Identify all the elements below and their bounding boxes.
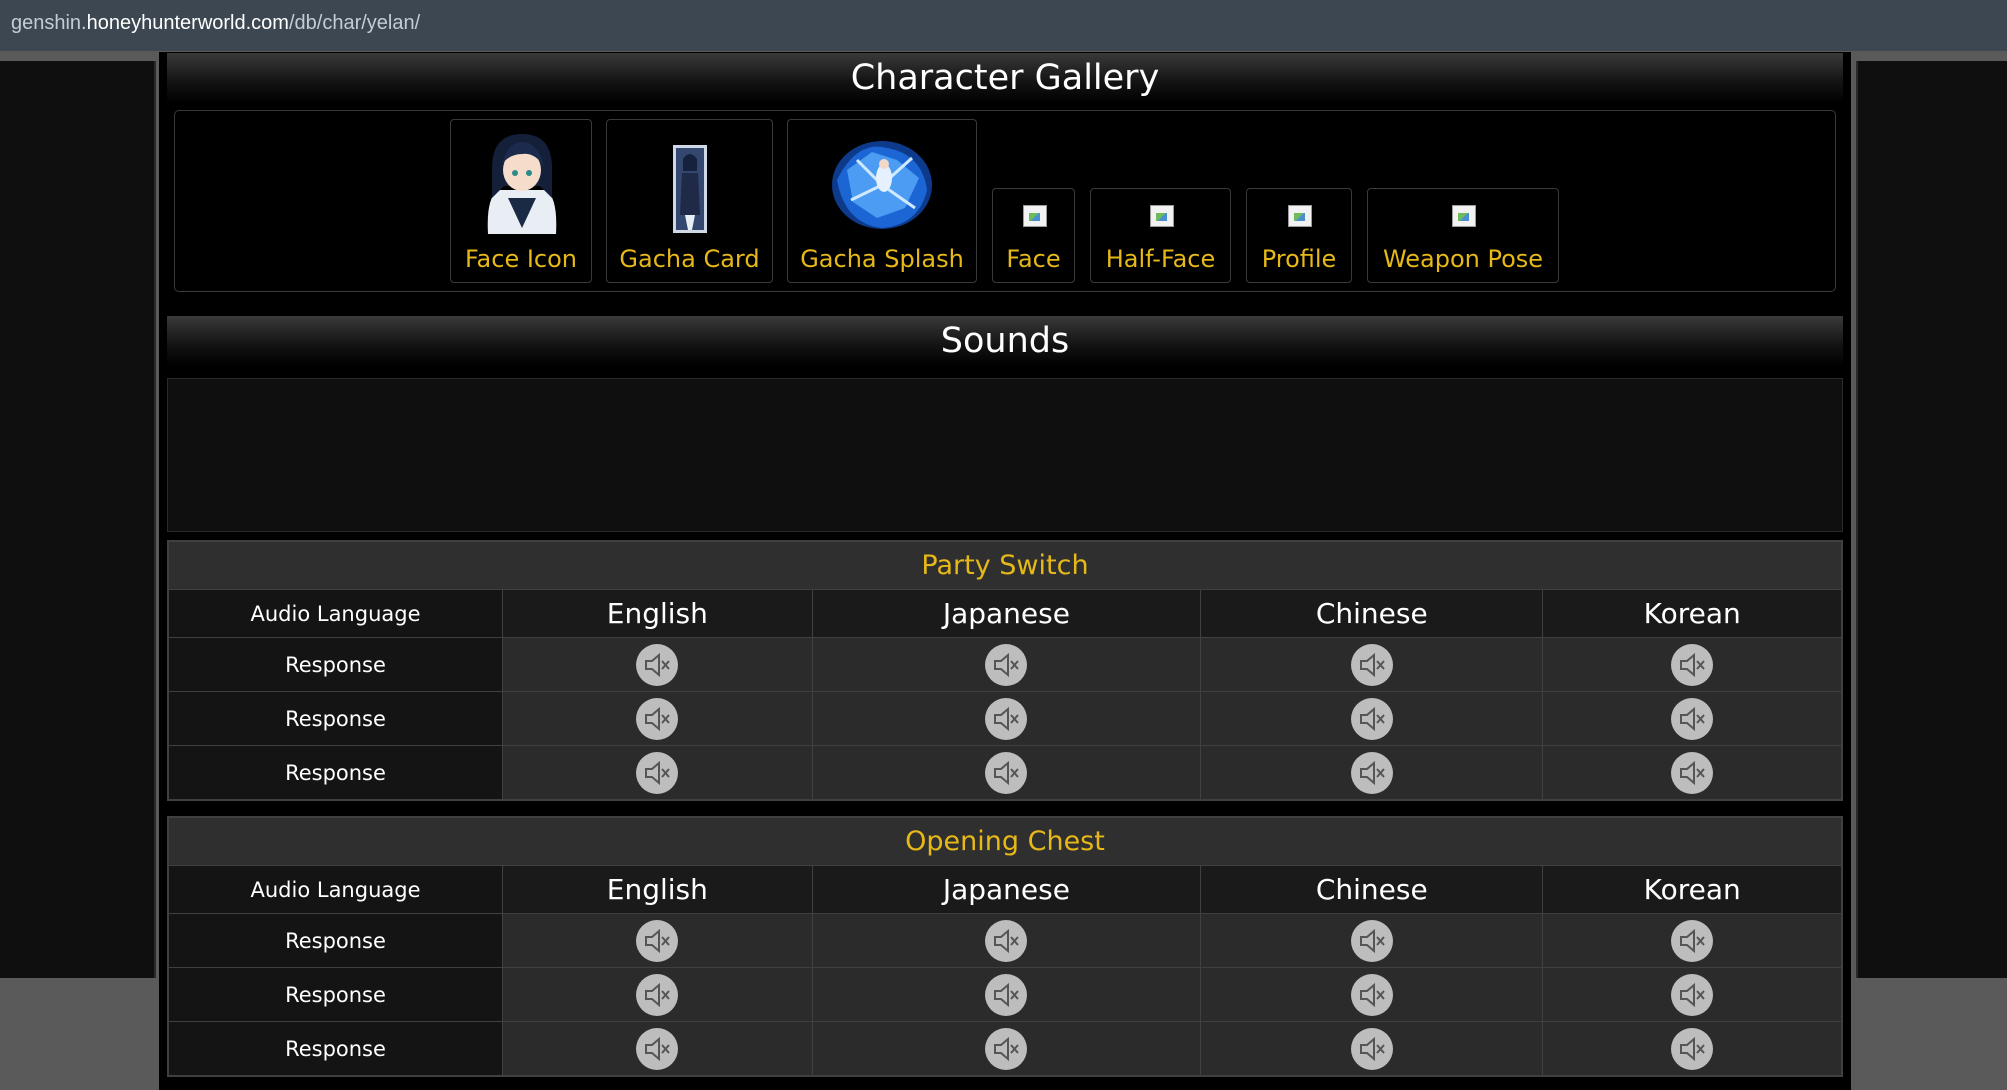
table-row: Response — [167, 691, 1843, 746]
sounds-title: Sounds — [940, 321, 1070, 361]
gallery-item-face-icon[interactable]: Face Icon — [450, 119, 592, 283]
url-prefix: genshin. — [11, 12, 87, 34]
broken-image-icon — [1452, 205, 1476, 227]
muted-speaker-icon[interactable] — [1350, 697, 1393, 740]
muted-speaker-icon[interactable] — [1671, 643, 1714, 686]
gallery-item-gacha-splash[interactable]: Gacha Splash — [787, 119, 977, 283]
gallery-item-gacha-card[interactable]: Gacha Card — [606, 119, 773, 283]
table-row: Response — [167, 745, 1843, 801]
yelan-face-icon — [478, 128, 566, 234]
muted-speaker-icon[interactable] — [1671, 919, 1714, 962]
gallery-item-label: Gacha Splash — [800, 245, 964, 273]
muted-speaker-icon[interactable] — [1671, 697, 1714, 740]
muted-speaker-icon[interactable] — [636, 973, 679, 1016]
row-label: Response — [167, 745, 503, 801]
lang-korean: Korean — [1542, 865, 1843, 914]
gallery-title: Character Gallery — [850, 58, 1160, 98]
row-label: Response — [167, 967, 503, 1022]
yelan-gacha-card — [673, 145, 707, 233]
muted-speaker-icon[interactable] — [985, 697, 1028, 740]
muted-speaker-icon[interactable] — [1671, 751, 1714, 794]
row-label: Response — [167, 637, 503, 692]
table-row: Response — [167, 967, 1843, 1022]
lang-japanese: Japanese — [811, 589, 1202, 638]
table-row: Response — [167, 913, 1843, 968]
muted-speaker-icon[interactable] — [636, 643, 679, 686]
audio-language-label: Audio Language — [167, 865, 503, 914]
yelan-gacha-splash — [827, 130, 937, 235]
table-caption: Party Switch — [167, 540, 1843, 590]
url-path: /db/char/yelan/ — [288, 12, 421, 34]
muted-speaker-icon[interactable] — [636, 1027, 679, 1070]
muted-speaker-icon[interactable] — [1350, 751, 1393, 794]
left-sidebar — [0, 61, 156, 978]
sounds-empty-panel — [167, 378, 1843, 532]
sounds-header: Sounds — [167, 316, 1843, 366]
sound-table-opening-chest: Opening Chest Audio Language English Jap… — [167, 816, 1843, 1077]
lang-chinese: Chinese — [1200, 865, 1544, 914]
gallery-item-label: Half-Face — [1105, 245, 1216, 273]
row-label: Response — [167, 913, 503, 968]
gallery-item-label: Weapon Pose — [1382, 245, 1544, 273]
table-row: Response — [167, 1021, 1843, 1077]
sound-table-party-switch: Party Switch Audio Language English Japa… — [167, 540, 1843, 801]
gallery-item-half-face[interactable]: Half-Face — [1090, 188, 1231, 283]
muted-speaker-icon[interactable] — [985, 919, 1028, 962]
gallery-item-label: Face — [1006, 245, 1061, 273]
row-label: Response — [167, 691, 503, 746]
muted-speaker-icon[interactable] — [985, 973, 1028, 1016]
gallery-box: Face Icon Gacha Card Gacha Splash Face H… — [174, 110, 1836, 292]
muted-speaker-icon[interactable] — [1671, 973, 1714, 1016]
audio-language-label: Audio Language — [167, 589, 503, 638]
muted-speaker-icon[interactable] — [985, 1027, 1028, 1070]
lang-chinese: Chinese — [1200, 589, 1544, 638]
broken-image-icon — [1288, 205, 1312, 227]
gallery-item-profile[interactable]: Profile — [1246, 188, 1352, 283]
gallery-item-label: Face Icon — [464, 245, 578, 273]
broken-image-icon — [1150, 205, 1174, 227]
url-host: honeyhunterworld.com — [86, 12, 289, 34]
muted-speaker-icon[interactable] — [636, 919, 679, 962]
muted-speaker-icon[interactable] — [1350, 643, 1393, 686]
right-sidebar — [1856, 61, 2007, 978]
muted-speaker-icon[interactable] — [1671, 1027, 1714, 1070]
muted-speaker-icon[interactable] — [985, 643, 1028, 686]
muted-speaker-icon[interactable] — [636, 697, 679, 740]
lang-japanese: Japanese — [811, 865, 1202, 914]
url-bar[interactable]: genshin.honeyhunterworld.com/db/char/yel… — [0, 0, 2007, 51]
gallery-item-weapon-pose[interactable]: Weapon Pose — [1367, 188, 1559, 283]
lang-english: English — [502, 865, 813, 914]
muted-speaker-icon[interactable] — [1350, 1027, 1393, 1070]
gallery-item-label: Gacha Card — [619, 245, 760, 273]
muted-speaker-icon[interactable] — [636, 751, 679, 794]
muted-speaker-icon[interactable] — [985, 751, 1028, 794]
muted-speaker-icon[interactable] — [1350, 973, 1393, 1016]
lang-english: English — [502, 589, 813, 638]
gallery-item-label: Profile — [1261, 245, 1337, 273]
gallery-header: Character Gallery — [167, 53, 1843, 103]
table-row: Response — [167, 637, 1843, 692]
lang-korean: Korean — [1542, 589, 1843, 638]
row-label: Response — [167, 1021, 503, 1077]
table-caption: Opening Chest — [167, 816, 1843, 866]
muted-speaker-icon[interactable] — [1350, 919, 1393, 962]
main-content: Character Gallery Face Icon Gacha Card G… — [159, 52, 1851, 1090]
broken-image-icon — [1023, 205, 1047, 227]
gallery-item-face[interactable]: Face — [992, 188, 1075, 283]
